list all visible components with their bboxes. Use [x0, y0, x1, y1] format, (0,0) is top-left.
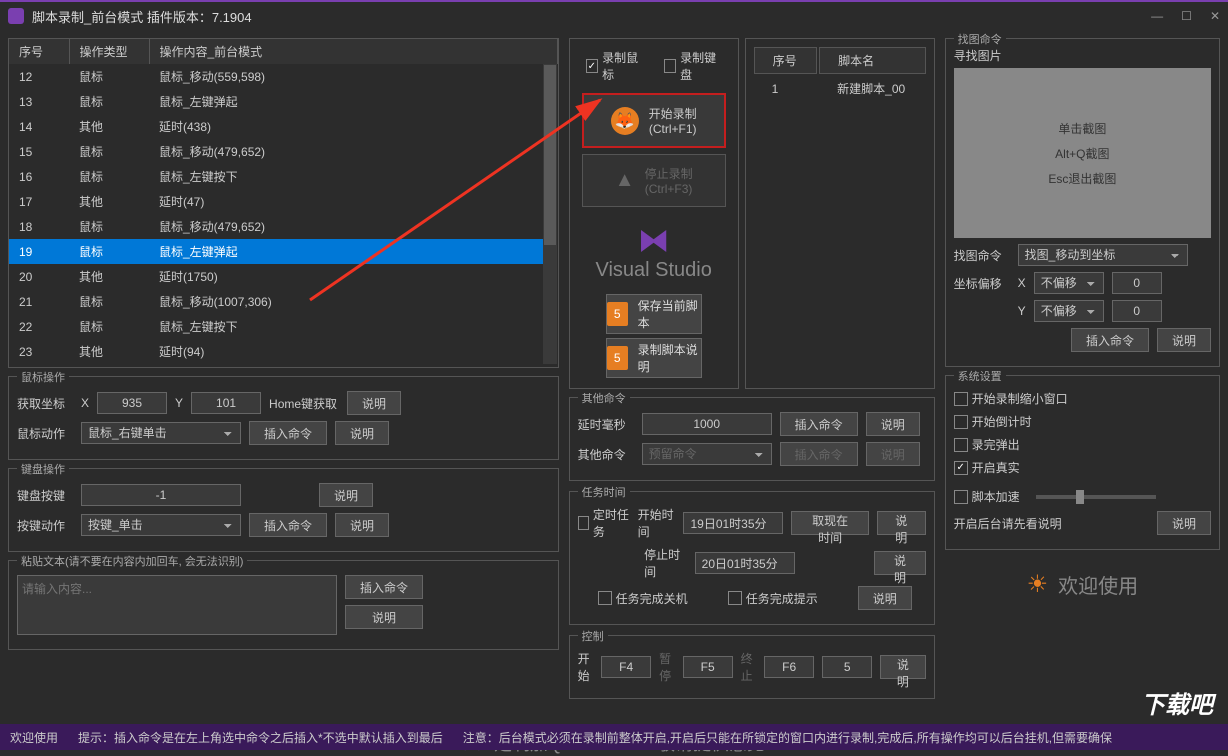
app-icon	[8, 8, 24, 24]
pause-hotkey[interactable]	[683, 656, 733, 678]
accel-slider[interactable]	[1036, 495, 1156, 499]
table-scrollbar[interactable]	[543, 64, 557, 364]
offset-x-input[interactable]	[1112, 272, 1162, 294]
start-record-button[interactable]: 🦊 开始录制(Ctrl+F1)	[582, 93, 726, 148]
countdown-checkbox[interactable]: 开始倒计时	[954, 413, 1032, 430]
record-keyboard-checkbox[interactable]: 录制键盘	[664, 49, 722, 83]
coord-x-input[interactable]	[97, 392, 167, 414]
delay-input[interactable]	[642, 413, 772, 435]
offset-y-select[interactable]: 不偏移	[1034, 300, 1104, 322]
scripts-panel: 序号脚本名 1新建脚本_00	[745, 38, 935, 389]
table-row[interactable]: 14其他延时(438)	[9, 114, 557, 139]
paste-insert-button[interactable]: 插入命令	[345, 575, 423, 599]
keyboard-op-panel: 键盘操作 键盘按键 说明 按键动作 按键_单击 插入命令 说明	[8, 468, 559, 552]
start-hotkey[interactable]	[601, 656, 651, 678]
mouse-explain-button[interactable]: 说明	[347, 391, 401, 415]
offset-x-select[interactable]: 不偏移	[1034, 272, 1104, 294]
key-input[interactable]	[81, 484, 241, 506]
key-explain-button[interactable]: 说明	[319, 483, 373, 507]
find-insert-button[interactable]: 插入命令	[1071, 328, 1149, 352]
key-insert-button[interactable]: 插入命令	[249, 513, 327, 537]
paste-panel: 粘贴文本(请不要在内容内加回车, 会无法识别) 插入命令 说明	[8, 560, 559, 650]
table-row[interactable]: 18鼠标鼠标_移动(479,652)	[9, 214, 557, 239]
timed-task-checkbox[interactable]: 定时任务	[578, 506, 630, 540]
col-content[interactable]: 操作内容_前台模式	[149, 39, 557, 64]
sys-explain-button[interactable]: 说明	[1157, 511, 1211, 535]
stop-hotkey[interactable]	[764, 656, 814, 678]
other-cmd-select[interactable]: 预留命令	[642, 443, 772, 465]
table-row[interactable]: 22鼠标鼠标_左键按下	[9, 314, 557, 339]
status-bar: 欢迎使用 提示：插入命令是在左上角选中命令之后插入*不选中默认插入到最后 注意：…	[0, 724, 1228, 750]
count-input[interactable]	[822, 656, 872, 678]
task-explain3-button[interactable]: 说明	[858, 586, 912, 610]
actions-table[interactable]: 序号 操作类型 操作内容_前台模式 12鼠标鼠标_移动(559,598)13鼠标…	[8, 38, 559, 368]
vs-logo-block: ⧓ Visual Studio	[576, 213, 732, 290]
col-type[interactable]: 操作类型	[69, 39, 149, 64]
firefox-icon: 🦊	[611, 107, 639, 135]
accel-checkbox[interactable]: 脚本加速	[954, 488, 1020, 505]
paste-explain-button[interactable]: 说明	[345, 605, 423, 629]
sun-icon: ☀	[1027, 570, 1049, 599]
mouse-op-panel: 鼠标操作 获取坐标 X Y Home键获取 说明 鼠标动作 鼠标_右键单击 插入…	[8, 376, 559, 460]
script-row[interactable]: 1新建脚本_00	[754, 76, 926, 101]
mouse-action-select[interactable]: 鼠标_右键单击	[81, 422, 241, 444]
find-image-panel: 找图命令 寻找图片 单击截图 Alt+Q截图 Esc退出截图 找图命令 找图_移…	[945, 38, 1220, 367]
system-settings-panel: 系统设置 开始录制缩小窗口 开始倒计时 录完弹出 ✓开启真实 脚本加速 开启后台…	[945, 375, 1220, 550]
mouse-insert-button[interactable]: 插入命令	[249, 421, 327, 445]
welcome-text: ☀ 欢迎使用	[945, 570, 1220, 599]
notify-checkbox[interactable]: 任务完成提示	[728, 590, 818, 607]
table-row[interactable]: 20其他延时(1750)	[9, 264, 557, 289]
other-cmd-panel: 其他命令 延时毫秒 插入命令 说明 其他命令 预留命令 插入命令 说明	[569, 397, 935, 481]
delay-insert-button[interactable]: 插入命令	[780, 412, 858, 436]
task-time-panel: 任务时间 定时任务 开始时间 取现在时间 说明 停止时间 说明 任务完成关机	[569, 491, 935, 625]
record-panel: ✓录制鼠标 录制键盘 🦊 开始录制(Ctrl+F1) ▲ 停止录制(Ctrl+F…	[569, 38, 739, 389]
record-help-button[interactable]: 5 录制脚本说明	[606, 338, 702, 378]
minimize-on-record-checkbox[interactable]: 开始录制缩小窗口	[954, 390, 1068, 407]
table-row[interactable]: 12鼠标鼠标_移动(559,598)	[9, 64, 557, 89]
table-row[interactable]: 24鼠标鼠标_移动(1007,306)	[9, 364, 557, 368]
delay-explain-button[interactable]: 说明	[866, 412, 920, 436]
key-explain2-button[interactable]: 说明	[335, 513, 389, 537]
table-row[interactable]: 15鼠标鼠标_移动(479,652)	[9, 139, 557, 164]
offset-y-input[interactable]	[1112, 300, 1162, 322]
ctrl-explain-button[interactable]: 说明	[880, 655, 926, 679]
stop-icon: ▲	[615, 169, 635, 192]
table-row[interactable]: 16鼠标鼠标_左键按下	[9, 164, 557, 189]
html5-icon: 5	[607, 346, 628, 370]
html5-icon: 5	[607, 302, 628, 326]
start-time-input[interactable]	[683, 512, 783, 534]
vs-icon: ⧓	[576, 221, 732, 259]
paste-textarea[interactable]	[17, 575, 337, 635]
control-panel: 控制 开始 暂停 终止 说明	[569, 635, 935, 699]
screenshot-area[interactable]: 单击截图 Alt+Q截图 Esc退出截图	[954, 68, 1211, 238]
popup-after-checkbox[interactable]: 录完弹出	[954, 436, 1020, 453]
find-cmd-select[interactable]: 找图_移动到坐标	[1018, 244, 1188, 266]
stop-time-input[interactable]	[695, 552, 795, 574]
now-button[interactable]: 取现在时间	[791, 511, 868, 535]
other-explain-button: 说明	[866, 442, 920, 466]
table-row[interactable]: 23其他延时(94)	[9, 339, 557, 364]
coord-y-input[interactable]	[191, 392, 261, 414]
task-explain2-button[interactable]: 说明	[874, 551, 925, 575]
record-mouse-checkbox[interactable]: ✓录制鼠标	[586, 49, 644, 83]
table-row[interactable]: 19鼠标鼠标_左键弹起	[9, 239, 557, 264]
download-logo: 下载吧	[1141, 685, 1213, 720]
key-action-select[interactable]: 按键_单击	[81, 514, 241, 536]
minimize-button[interactable]: —	[1151, 9, 1163, 23]
table-row[interactable]: 21鼠标鼠标_移动(1007,306)	[9, 289, 557, 314]
col-index[interactable]: 序号	[9, 39, 69, 64]
maximize-button[interactable]: ☐	[1181, 9, 1192, 23]
save-script-button[interactable]: 5 保存当前脚本	[606, 294, 702, 334]
shutdown-checkbox[interactable]: 任务完成关机	[598, 590, 688, 607]
real-mode-checkbox[interactable]: ✓开启真实	[954, 459, 1020, 476]
task-explain-button[interactable]: 说明	[877, 511, 926, 535]
table-row[interactable]: 17其他延时(47)	[9, 189, 557, 214]
other-insert-button: 插入命令	[780, 442, 858, 466]
find-explain-button[interactable]: 说明	[1157, 328, 1211, 352]
mouse-explain2-button[interactable]: 说明	[335, 421, 389, 445]
window-title: 脚本录制_前台模式 插件版本：7.1904	[32, 7, 1151, 26]
stop-record-button[interactable]: ▲ 停止录制(Ctrl+F3)	[582, 154, 726, 207]
close-button[interactable]: ✕	[1210, 9, 1220, 23]
table-row[interactable]: 13鼠标鼠标_左键弹起	[9, 89, 557, 114]
